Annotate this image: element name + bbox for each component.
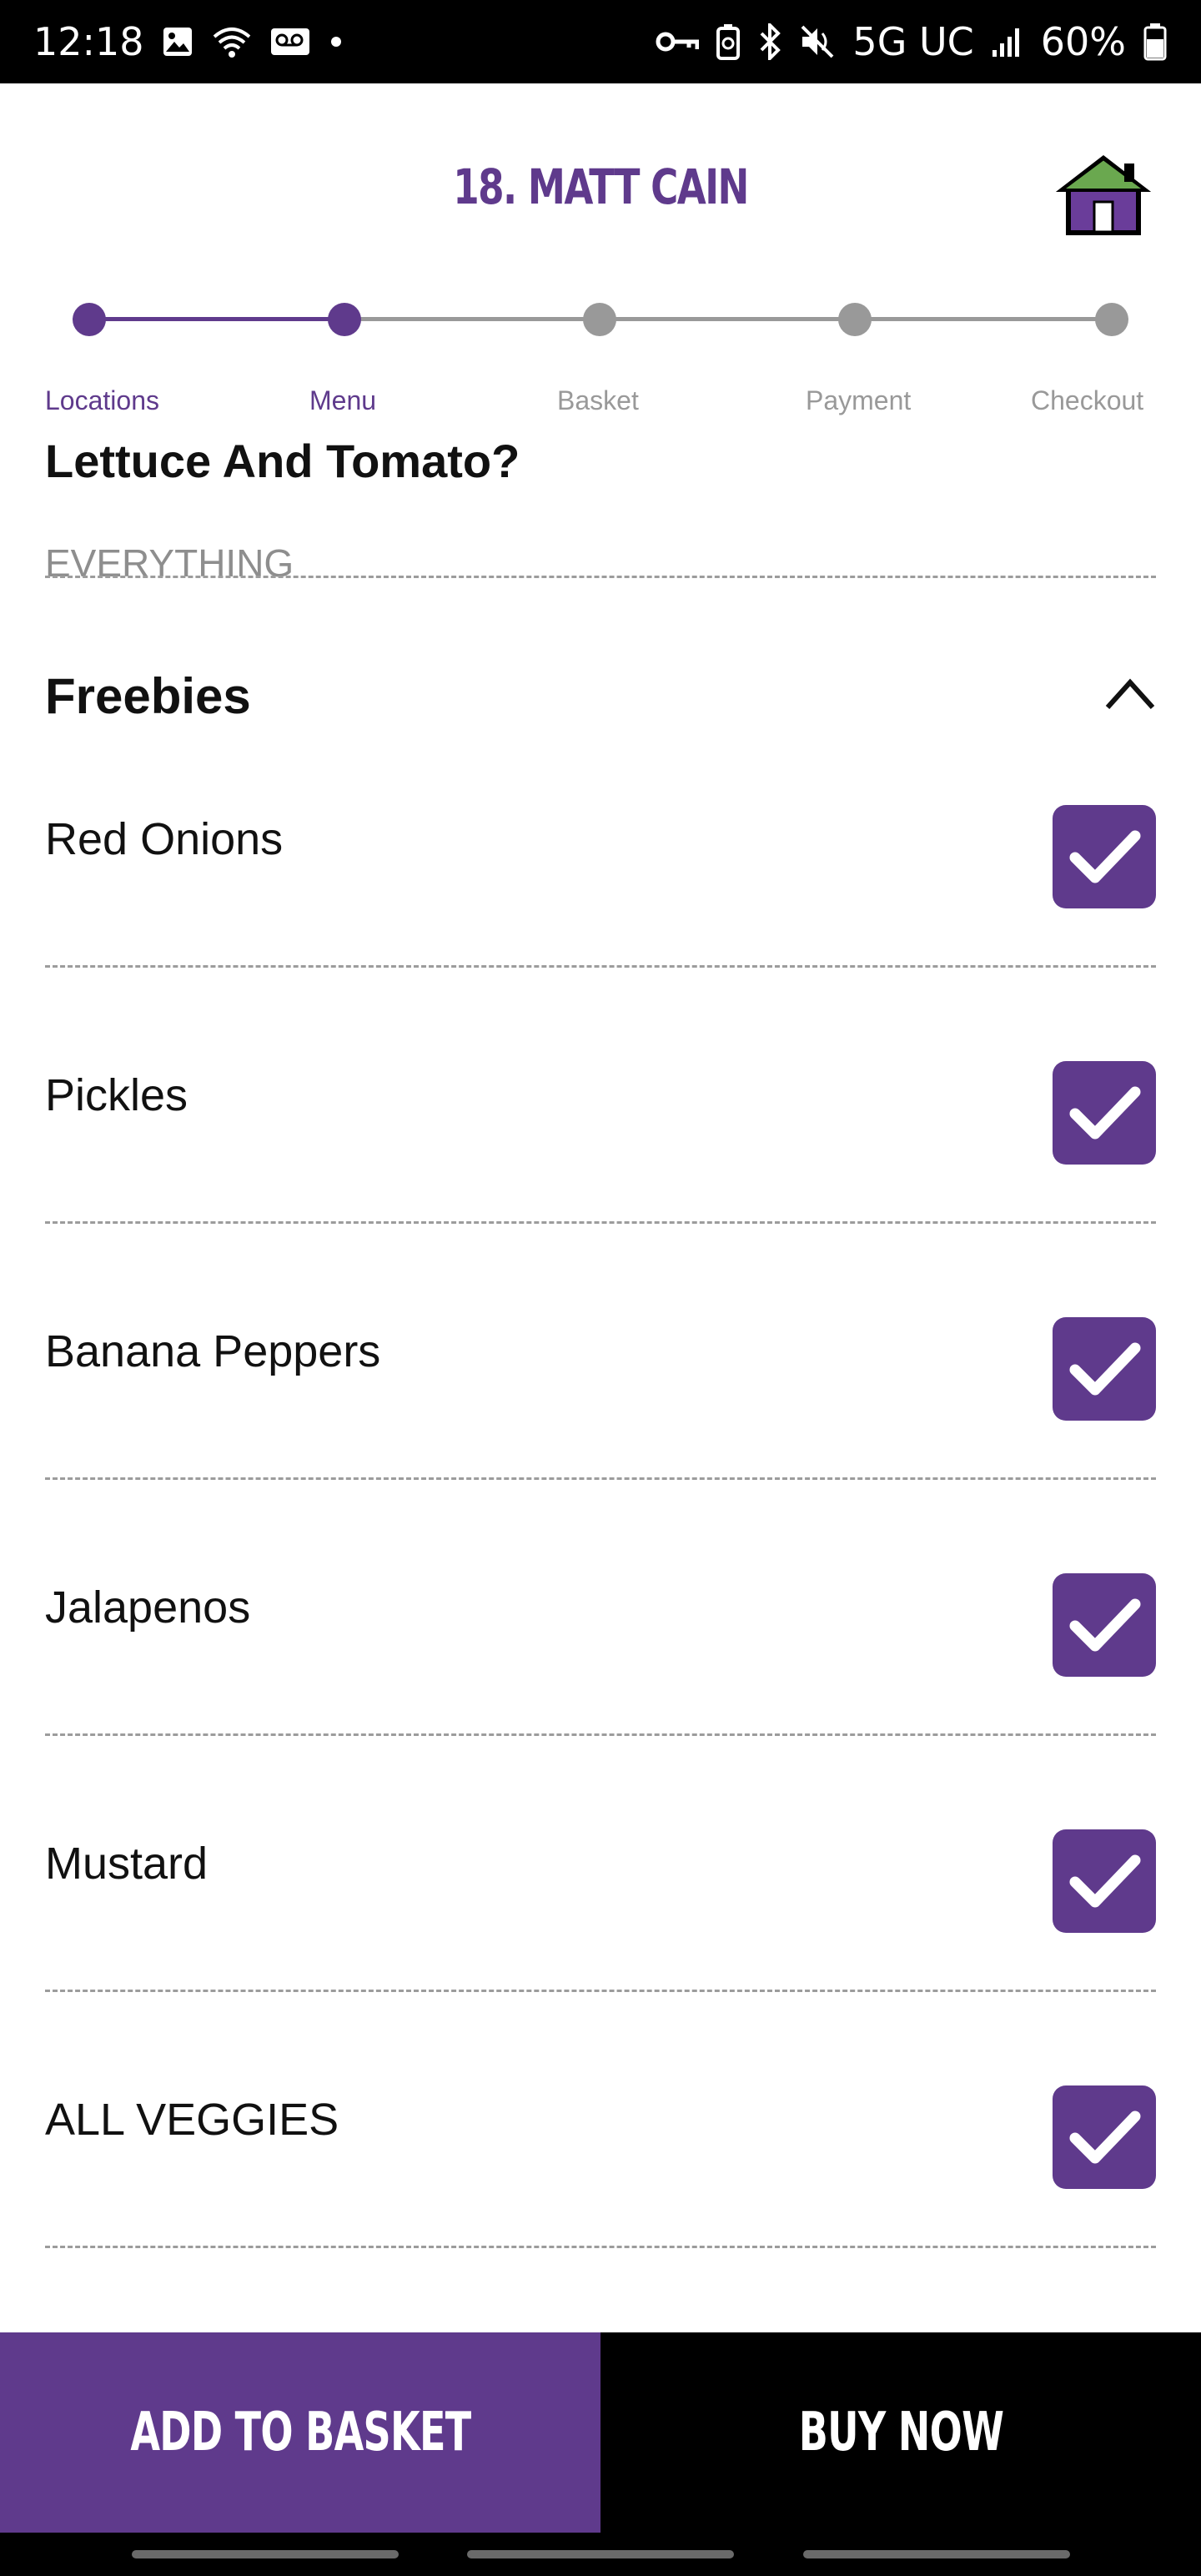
battery-icon: [1143, 23, 1168, 61]
step-label-locations[interactable]: Locations: [45, 385, 159, 416]
step-label-menu[interactable]: Menu: [309, 385, 376, 416]
option-label: Jalapenos: [45, 1582, 251, 1633]
checkmark-icon: [1069, 1086, 1141, 1140]
chevron-up-icon[interactable]: [1104, 674, 1156, 716]
network-label: 5G UC: [852, 19, 974, 64]
checkmark-icon: [1069, 2111, 1141, 2164]
divider: [45, 2246, 1156, 2248]
voicemail-icon: [269, 25, 311, 58]
step-label-checkout[interactable]: Checkout: [1031, 385, 1143, 416]
option-checkbox[interactable]: [1053, 1317, 1156, 1421]
divider: [45, 965, 1156, 968]
freebies-section-header[interactable]: Freebies: [45, 659, 1156, 742]
bluetooth-icon: [757, 23, 782, 60]
previous-item-row: Lettuce And Tomato? EVERYTHING: [45, 435, 1156, 609]
header: 18. MATT CAIN: [0, 83, 1201, 235]
option-checkbox[interactable]: [1053, 1573, 1156, 1677]
page-title: 18. MATT CAIN: [453, 158, 749, 215]
step-connector: [855, 317, 1112, 321]
freebie-option-row[interactable]: Red Onions: [45, 805, 1156, 1069]
buy-now-label: BUY NOW: [798, 2402, 1003, 2463]
option-checkbox[interactable]: [1053, 1061, 1156, 1165]
divider: [45, 1221, 1156, 1224]
battery-label: 60%: [1040, 19, 1126, 64]
dot-icon: [328, 33, 344, 50]
divider: [45, 1990, 1156, 1992]
option-label: ALL VEGGIES: [45, 2095, 339, 2145]
status-bar: 12:18 5G UC 60%: [0, 0, 1201, 83]
step-connector: [600, 317, 855, 321]
signal-icon: [991, 25, 1024, 58]
divider: [45, 576, 1156, 578]
section-title: Freebies: [45, 668, 251, 724]
step-label-payment[interactable]: Payment: [806, 385, 911, 416]
mute-icon: [799, 23, 836, 60]
nav-pill[interactable]: [132, 2550, 399, 2558]
option-checkbox[interactable]: [1053, 805, 1156, 908]
content-scroll-area[interactable]: Lettuce And Tomato? EVERYTHING Freebies …: [0, 434, 1201, 2332]
previous-item-title: Lettuce And Tomato?: [45, 435, 520, 487]
divider: [45, 1733, 1156, 1736]
status-left: 12:18: [33, 19, 344, 64]
freebie-option-row[interactable]: Jalapenos: [45, 1573, 1156, 1837]
step-dot-locations[interactable]: [73, 303, 106, 336]
nav-pill[interactable]: [803, 2550, 1070, 2558]
home-button[interactable]: [1049, 148, 1158, 240]
nav-pill[interactable]: [467, 2550, 734, 2558]
status-right: 5G UC 60%: [656, 19, 1168, 64]
option-label: Pickles: [45, 1070, 188, 1120]
step-label-basket[interactable]: Basket: [557, 385, 639, 416]
home-icon: [1055, 155, 1152, 235]
checkmark-icon: [1069, 1342, 1141, 1396]
freebie-option-row[interactable]: Pickles: [45, 1061, 1156, 1325]
previous-item-value: EVERYTHING: [45, 541, 294, 585]
key-icon: [656, 29, 700, 54]
wifi-icon: [211, 25, 253, 58]
step-connector: [89, 317, 344, 321]
system-nav-bar: [0, 2533, 1201, 2576]
step-dot-menu[interactable]: [328, 303, 361, 336]
checkmark-icon: [1069, 830, 1141, 883]
footer-actions: ADD TO BASKET BUY NOW: [0, 2332, 1201, 2533]
option-checkbox[interactable]: [1053, 2085, 1156, 2189]
status-time: 12:18: [33, 19, 144, 64]
freebie-option-row[interactable]: ALL VEGGIES: [45, 2085, 1156, 2332]
option-label: Banana Peppers: [45, 1326, 381, 1376]
option-label: Red Onions: [45, 814, 284, 864]
checkmark-icon: [1069, 1598, 1141, 1652]
battery-saver-icon: [716, 23, 741, 60]
step-dot-basket[interactable]: [583, 303, 616, 336]
freebie-option-row[interactable]: Banana Peppers: [45, 1317, 1156, 1581]
add-to-basket-label: ADD TO BASKET: [129, 2402, 471, 2463]
add-to-basket-button[interactable]: ADD TO BASKET: [0, 2332, 600, 2533]
step-dot-payment[interactable]: [838, 303, 872, 336]
progress-stepper: Locations Menu Basket Payment Checkout: [0, 284, 1201, 434]
image-icon: [161, 25, 194, 58]
step-dot-checkout[interactable]: [1095, 303, 1128, 336]
step-connector: [344, 317, 600, 321]
option-label: Mustard: [45, 1839, 209, 1889]
option-checkbox[interactable]: [1053, 1829, 1156, 1933]
divider: [45, 1477, 1156, 1480]
checkmark-icon: [1069, 1854, 1141, 1908]
freebie-option-row[interactable]: Mustard: [45, 1829, 1156, 2093]
buy-now-button[interactable]: BUY NOW: [600, 2332, 1201, 2533]
